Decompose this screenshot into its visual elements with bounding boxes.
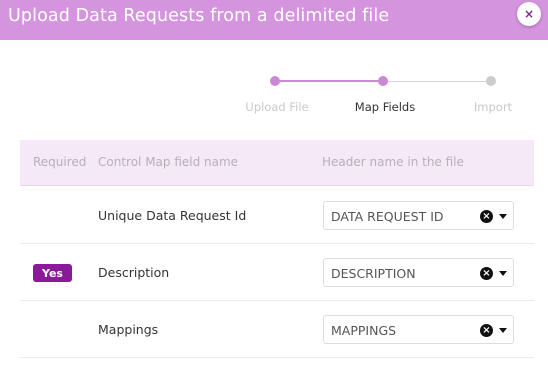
clear-icon[interactable]: × xyxy=(480,267,493,280)
step-label-import: Import xyxy=(473,100,513,114)
required-badge: Yes xyxy=(33,264,72,282)
step-label-map-fields: Map Fields xyxy=(354,100,416,114)
header-select-value: MAPPINGS xyxy=(331,323,397,338)
header-select-description[interactable]: DESCRIPTION × xyxy=(323,258,514,287)
step-dot-import xyxy=(486,76,496,86)
header-select-mappings[interactable]: MAPPINGS × xyxy=(323,315,514,344)
field-name: Unique Data Request Id xyxy=(98,208,247,223)
table-row: Yes Description DESCRIPTION × xyxy=(20,244,534,301)
table-row: Mappings MAPPINGS × xyxy=(20,301,534,358)
clear-icon[interactable]: × xyxy=(480,324,493,337)
mapping-table-header: Required Control Map field name Header n… xyxy=(20,140,534,186)
chevron-down-icon[interactable] xyxy=(499,328,507,333)
header-select-value: DESCRIPTION xyxy=(331,266,416,281)
dialog-title: Upload Data Requests from a delimited fi… xyxy=(8,6,390,26)
step-dot-map-fields xyxy=(378,76,388,86)
step-connector-2 xyxy=(383,81,491,82)
column-header-header-name: Header name in the file xyxy=(322,155,464,169)
column-header-required: Required xyxy=(33,155,87,169)
field-name: Mappings xyxy=(98,322,159,337)
chevron-down-icon[interactable] xyxy=(499,271,507,276)
table-row: Unique Data Request Id DATA REQUEST ID × xyxy=(20,187,534,244)
step-dot-upload-file xyxy=(270,76,280,86)
dialog-title-bar: Upload Data Requests from a delimited fi… xyxy=(0,0,548,40)
header-select-value: DATA REQUEST ID xyxy=(331,209,444,224)
column-header-field-name: Control Map field name xyxy=(98,155,239,169)
field-name: Description xyxy=(98,265,170,280)
step-label-upload-file: Upload File xyxy=(245,100,309,114)
close-icon[interactable]: × xyxy=(517,2,541,26)
chevron-down-icon[interactable] xyxy=(499,214,507,219)
step-connector-1 xyxy=(275,80,383,82)
clear-icon[interactable]: × xyxy=(480,210,493,223)
header-select-data-request-id[interactable]: DATA REQUEST ID × xyxy=(323,201,514,230)
